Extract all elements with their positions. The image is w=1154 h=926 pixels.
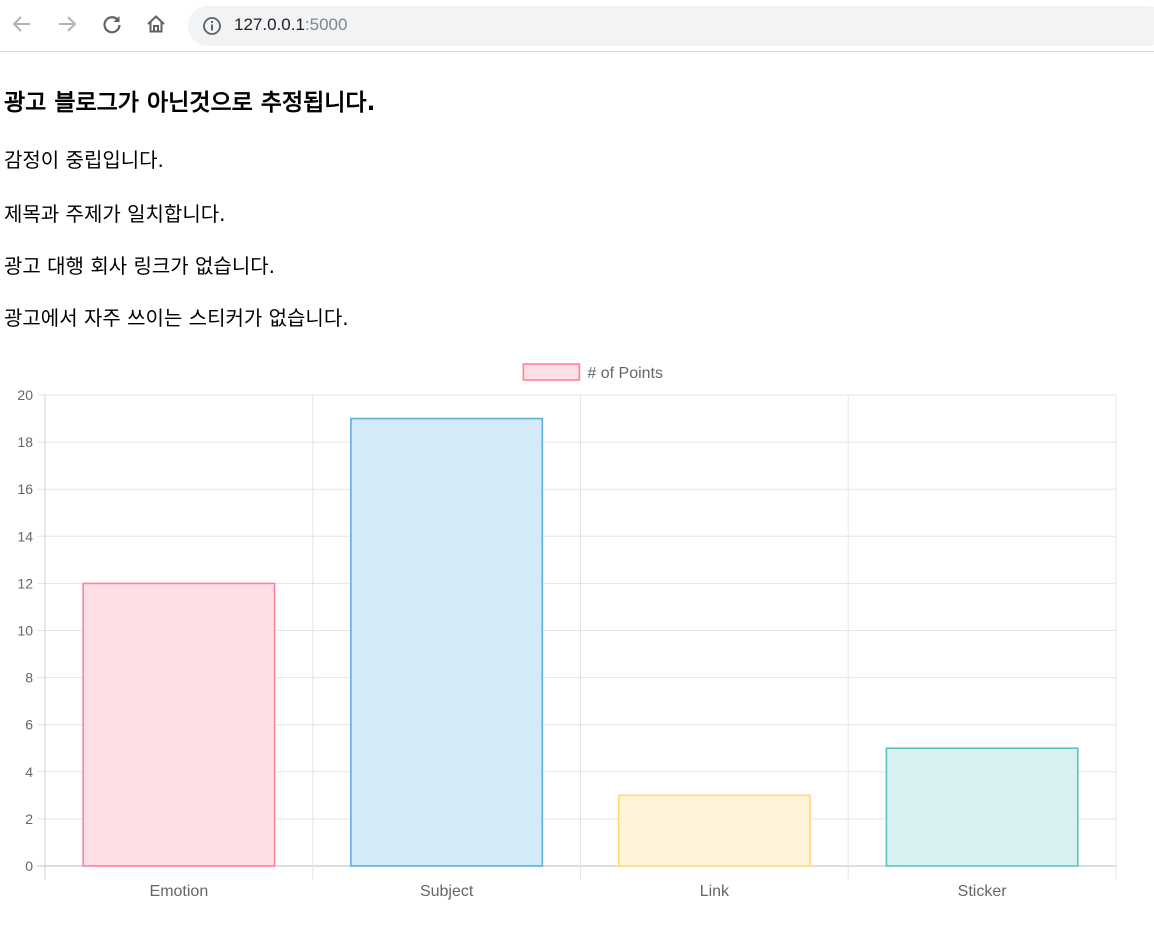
reload-button[interactable] — [98, 10, 126, 38]
x-tick-label: Emotion — [150, 883, 209, 900]
result-headline: 광고 블로그가 아닌것으로 추정됩니다. — [4, 90, 376, 116]
home-button[interactable] — [142, 10, 170, 38]
sticker-result-text: 광고에서 자주 쓰이는 스티커가 없습니다. — [4, 306, 349, 330]
y-tick-label: 12 — [17, 575, 33, 591]
link-result-text: 광고 대행 회사 링크가 없습니다. — [4, 254, 275, 278]
y-tick-label: 8 — [25, 670, 33, 686]
x-tick-label: Link — [700, 883, 730, 900]
y-tick-label: 4 — [25, 764, 33, 780]
forward-arrow-icon — [59, 16, 77, 32]
y-tick-label: 14 — [17, 528, 33, 544]
y-tick-label: 18 — [17, 434, 33, 450]
y-tick-label: 6 — [25, 717, 33, 733]
points-bar-chart: 0 2 4 6 8 10 12 14 16 18 20 Emotion Subject Link Stick… — [0, 355, 1154, 922]
emotion-result-text: 감정이 중립입니다. — [4, 148, 164, 172]
x-tick-label: Subject — [420, 883, 474, 900]
address-bar[interactable]: 127.0.0.1:5000 — [188, 6, 1154, 46]
url-port: :5000 — [304, 15, 348, 34]
y-tick-label: 20 — [17, 387, 33, 403]
y-tick-label: 2 — [25, 811, 33, 827]
back-button[interactable] — [8, 10, 36, 38]
browser-toolbar: 127.0.0.1:5000 — [0, 0, 1154, 52]
legend-swatch — [522, 363, 581, 381]
back-arrow-icon — [12, 16, 30, 32]
bar-link — [617, 794, 811, 867]
x-tick-label: Sticker — [958, 883, 1008, 900]
y-tick-label: 0 — [25, 858, 33, 874]
url-host: 127.0.0.1 — [234, 15, 305, 34]
site-info-icon[interactable] — [202, 16, 222, 36]
subject-result-text: 제목과 주제가 일치합니다. — [4, 202, 226, 226]
url-text[interactable]: 127.0.0.1:5000 — [234, 15, 347, 35]
y-tick-label: 16 — [17, 481, 33, 497]
bar-subject — [350, 417, 544, 867]
chart-canvas: 0 2 4 6 8 10 12 14 16 18 20 Emotion Subject Link Stick… — [17, 363, 1117, 900]
bar-sticker — [885, 747, 1079, 867]
bar-emotion — [82, 582, 276, 867]
forward-button[interactable] — [53, 10, 81, 38]
reload-icon — [103, 16, 121, 34]
legend-label: # of Points — [587, 365, 663, 382]
y-tick-label: 10 — [17, 623, 33, 639]
home-icon — [147, 15, 165, 33]
